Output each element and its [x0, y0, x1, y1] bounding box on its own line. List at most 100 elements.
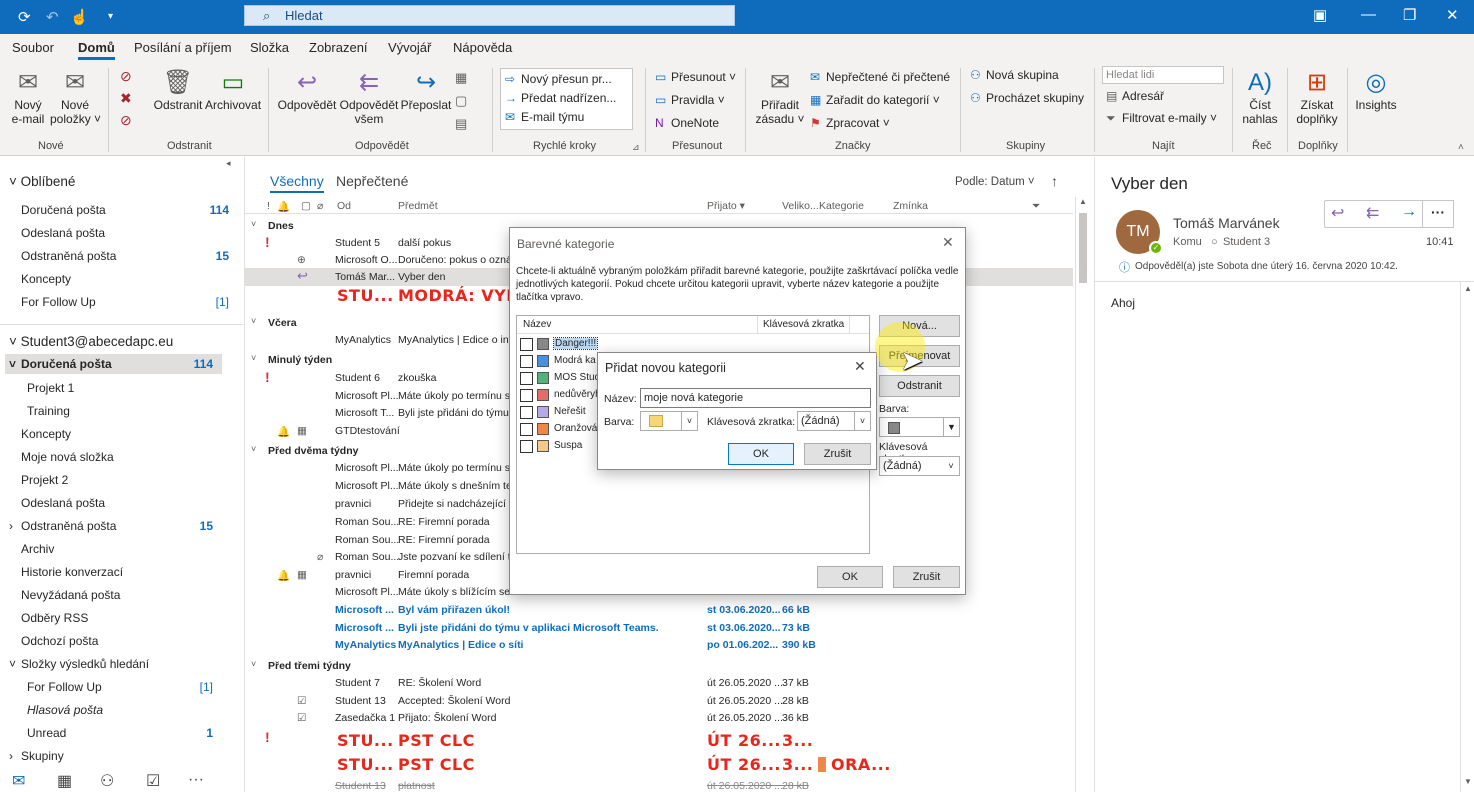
new-category-shortcut-dropdown[interactable]: (Žádná) ˅ [797, 411, 871, 431]
category-checkbox[interactable] [520, 389, 533, 402]
icon-column-icon[interactable]: ▢ [301, 200, 311, 212]
customize-qat-icon[interactable]: ▾ [108, 11, 113, 22]
menu-home[interactable]: Domů [78, 40, 115, 60]
group-header[interactable]: ˅ Před třemi týdny [245, 658, 1073, 674]
delete-button[interactable]: 🗑 Odstranit [152, 68, 204, 112]
im-icon[interactable]: ▢ [455, 93, 467, 109]
folder[interactable]: Nevyžádaná pošta [0, 586, 243, 606]
folder[interactable]: Archiv [0, 540, 243, 560]
cleanup-icon[interactable]: ✖ [120, 90, 132, 107]
folder[interactable]: Moje nová složka [0, 448, 243, 468]
attachment-column-icon[interactable]: ⌀ [317, 200, 323, 212]
quick-step-team[interactable]: ✉ E-mail týmu [505, 110, 584, 124]
category-color-dropdown[interactable]: ▼ [879, 417, 960, 437]
message-row[interactable]: Microsoft ... Byl vám přiřazen úkol! st 03… [245, 601, 1073, 619]
reply-button[interactable]: ↩ Odpovědět [276, 68, 338, 112]
onenote-button[interactable]: N OneNote [655, 116, 719, 130]
category-checkbox[interactable] [520, 423, 533, 436]
folder[interactable]: Hlasová pošta [0, 701, 243, 721]
forward-button[interactable]: ↪ Přeposlat [400, 68, 452, 112]
favorite-folder[interactable]: Doručená pošta 114 [0, 201, 243, 221]
col-received[interactable]: Přijato ▾ [707, 200, 745, 212]
close-icon[interactable]: ✕ [1446, 6, 1459, 24]
undo-icon[interactable]: ↶ [46, 8, 59, 26]
folder[interactable]: Odběry RSS [0, 609, 243, 629]
tab-unread[interactable]: Nepřečtené [336, 173, 408, 189]
more-apps-icon[interactable]: ··· [188, 771, 204, 789]
search-box[interactable]: ⌕ Hledat [244, 5, 735, 26]
category-checkbox[interactable] [520, 355, 533, 368]
menu-developer[interactable]: Vývojář [388, 40, 431, 55]
favorites-header[interactable]: ˅ Oblíbené [9, 174, 75, 189]
message-row[interactable]: ☑ Student 13 Accepted: Školení Word út 26.0… [245, 692, 1073, 710]
delete-category-button[interactable]: Odstranit [879, 375, 960, 397]
move-button[interactable]: ▭ Přesunout ˅ [655, 70, 736, 84]
rules-button[interactable]: ▭ Pravidla ˅ [655, 93, 725, 107]
category-checkbox[interactable] [520, 372, 533, 385]
folder[interactable]: Odchozí pošta [0, 632, 243, 652]
sort-direction-icon[interactable]: ↑ [1051, 173, 1058, 189]
new-items-button[interactable]: ✉ Nové položky ˅ [50, 68, 101, 126]
category-item[interactable]: Danger!!! [517, 336, 869, 353]
new-group-button[interactable]: ⚇ Nová skupina [970, 68, 1059, 82]
folder[interactable]: Odeslaná pošta [0, 494, 243, 514]
address-book-button[interactable]: ▤ Adresář [1106, 89, 1164, 103]
reply-all-icon[interactable]: ⇇ [1366, 203, 1379, 223]
folder[interactable]: Training [0, 402, 243, 422]
scroll-up-icon[interactable]: ▲ [1464, 284, 1472, 293]
filter-icon[interactable]: ⏷ [1032, 200, 1040, 213]
message-row[interactable]: Microsoft ... Byli jste přidáni do týmu v… [245, 619, 1073, 637]
assign-policy-button[interactable]: ✉ Přiřadit zásadu ˅ [752, 68, 808, 126]
col-from[interactable]: Od [337, 200, 351, 212]
ok-button[interactable]: OK [728, 443, 794, 465]
archive-button[interactable]: ▭ Archivovat [205, 68, 261, 112]
quick-step-move[interactable]: ⇨ Nový přesun pr... [505, 72, 612, 86]
collapse-pane-icon[interactable]: ◂ [226, 158, 231, 169]
follow-up-button[interactable]: ⚑ Zpracovat ˅ [810, 116, 890, 130]
message-row[interactable]: MyAnalytics MyAnalytics | Edice o síti po … [245, 636, 1073, 654]
calendar-icon[interactable]: ▦ [57, 771, 72, 791]
folder[interactable]: Projekt 1 [0, 379, 243, 399]
tasks-icon[interactable]: ☑ [146, 771, 160, 791]
scroll-thumb[interactable] [1079, 213, 1087, 283]
favorite-folder[interactable]: Koncepty [0, 270, 243, 290]
folder[interactable]: ˅ Složky výsledků hledání [0, 655, 243, 675]
message-list-scrollbar[interactable]: ▲ [1075, 197, 1089, 792]
people-icon[interactable]: ⚇ [100, 771, 114, 791]
tab-all[interactable]: Všechny [270, 173, 324, 193]
menu-send-receive[interactable]: Posílání a příjem [134, 40, 232, 55]
meeting-icon[interactable]: ▦ [455, 70, 467, 86]
favorite-folder[interactable]: Odstraněná pošta 15 [0, 247, 243, 267]
touch-mode-icon[interactable]: ☝ [70, 8, 89, 26]
col-size[interactable]: Veliko... [782, 200, 819, 212]
reading-scrollbar[interactable]: ▲ ▼ [1460, 282, 1474, 792]
new-email-button[interactable]: ✉ Nový e-mail [8, 68, 48, 126]
folder[interactable]: Unread 1 [0, 724, 243, 744]
minimize-icon[interactable]: — [1361, 6, 1376, 23]
insights-button[interactable]: ◎ Insights [1352, 68, 1400, 112]
folder[interactable]: Historie konverzací [0, 563, 243, 583]
scroll-down-icon[interactable]: ▼ [1464, 777, 1472, 786]
quick-step-manager[interactable]: → Předat nadřízen... [505, 91, 616, 105]
message-row[interactable]: ☑ Zasedačka 1 Přijato: Školení Word út 26.0… [245, 709, 1073, 727]
message-row[interactable]: ! STU... PST CLC ÚT 26... 3... [245, 729, 1073, 753]
folder[interactable]: › Skupiny [0, 747, 243, 767]
close-icon[interactable]: ✕ [942, 234, 954, 251]
reply-all-button[interactable]: ⇇ Odpovědět všem [338, 68, 400, 126]
message-row[interactable]: STU... PST CLC ÚT 26... 3... ORA... [245, 753, 1073, 777]
inbox-folder-selected[interactable]: ˅ Doručená pošta 114 [5, 354, 222, 374]
categorize-button[interactable]: ▦ Zařadit do kategorií ˅ [810, 93, 940, 107]
unread-read-button[interactable]: ✉ Nepřečtené či přečtené [810, 70, 950, 84]
more-actions-button[interactable]: ··· [1422, 200, 1454, 228]
browse-groups-button[interactable]: ⚇ Procházet skupiny [970, 91, 1084, 105]
menu-file[interactable]: Soubor [12, 40, 54, 55]
sort-button[interactable]: Podle: Datum ˅ [955, 176, 1035, 188]
importance-column-icon[interactable]: ! [267, 200, 270, 212]
collapse-ribbon-icon[interactable]: ˄ [1458, 142, 1464, 153]
forward-icon[interactable]: → [1401, 203, 1417, 221]
menu-view[interactable]: Zobrazení [309, 40, 368, 55]
more-respond-icon[interactable]: ▤ [455, 116, 467, 132]
cancel-button[interactable]: Zrušit [804, 443, 871, 465]
recipient-name[interactable]: Student 3 [1223, 236, 1270, 248]
menu-folder[interactable]: Složka [250, 40, 289, 55]
